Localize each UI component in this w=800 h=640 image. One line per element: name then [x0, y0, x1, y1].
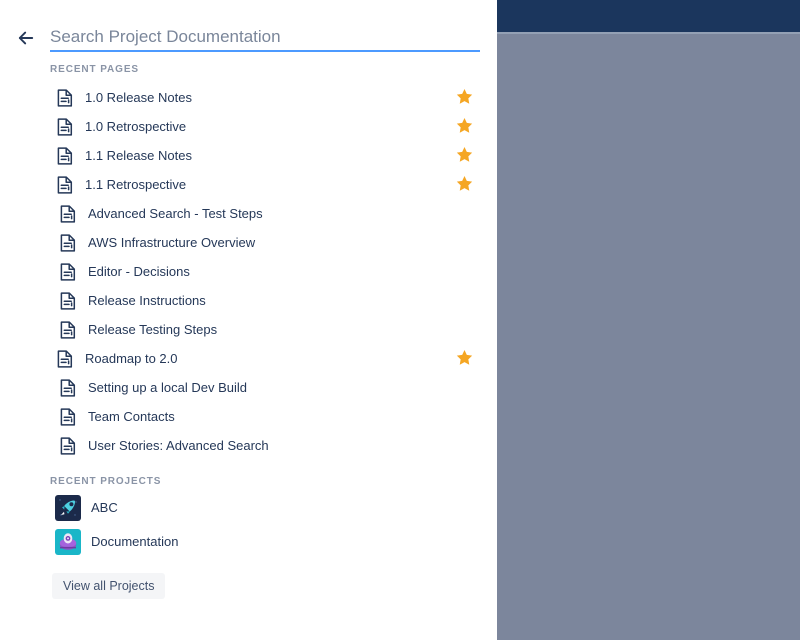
star-icon[interactable]: [456, 175, 473, 192]
screen: ▾ Create Search RECENT PAGES 1.0 Release…: [0, 0, 800, 640]
recent-page-title: Advanced Search - Test Steps: [88, 206, 263, 221]
page-icon: [57, 89, 73, 107]
arrow-left-icon: [18, 31, 34, 45]
search-bar-row: [0, 0, 497, 52]
page-icon: [60, 321, 76, 339]
page-icon: [57, 118, 73, 136]
recent-page-row[interactable]: 1.0 Retrospective: [0, 112, 497, 141]
recent-page-title: Release Testing Steps: [88, 322, 218, 337]
recent-project-title: Documentation: [91, 534, 179, 549]
recent-page-row[interactable]: 1.1 Release Notes: [0, 141, 497, 170]
app-content-overlay: [497, 0, 800, 640]
recent-page-row[interactable]: Team Contacts: [0, 402, 497, 431]
page-icon: [57, 147, 73, 165]
recent-page-title: Editor - Decisions: [88, 264, 190, 279]
page-icon: [60, 379, 76, 397]
search-drawer: RECENT PAGES 1.0 Release Notes 1.0 Retros…: [0, 0, 497, 640]
star-icon[interactable]: [456, 349, 473, 366]
page-icon: [57, 350, 73, 368]
back-button[interactable]: [12, 24, 40, 52]
star-icon[interactable]: [456, 117, 473, 134]
recent-page-title: Roadmap to 2.0: [85, 351, 178, 366]
page-icon: [60, 234, 76, 252]
page-icon: [60, 292, 76, 310]
recent-projects-label: RECENT PROJECTS: [50, 476, 162, 487]
search-input[interactable]: [50, 24, 480, 50]
recent-project-title: ABC: [91, 500, 118, 515]
recent-page-row[interactable]: Advanced Search - Test Steps: [0, 199, 497, 228]
page-icon: [60, 408, 76, 426]
recent-page-title: Team Contacts: [88, 409, 175, 424]
recent-page-title: User Stories: Advanced Search: [88, 438, 269, 453]
star-icon[interactable]: [456, 175, 473, 192]
recent-page-row[interactable]: Roadmap to 2.0: [0, 344, 497, 373]
recent-page-row[interactable]: Release Testing Steps: [0, 315, 497, 344]
page-icon: [60, 321, 76, 339]
recent-page-row[interactable]: User Stories: Advanced Search: [0, 431, 497, 460]
page-icon: [60, 205, 76, 223]
recent-page-row[interactable]: Editor - Decisions: [0, 257, 497, 286]
view-all-projects-button[interactable]: View all Projects: [52, 573, 166, 599]
page-icon: [57, 350, 73, 368]
recent-project-row[interactable]: Documentation: [0, 527, 497, 561]
recent-pages-list: 1.0 Release Notes 1.0 Retrospective 1.1 Re…: [0, 83, 497, 460]
page-icon: [60, 437, 76, 455]
page-icon: [60, 292, 76, 310]
page-icon: [57, 118, 73, 136]
recent-page-row[interactable]: Setting up a local Dev Build: [0, 373, 497, 402]
recent-page-title: 1.1 Release Notes: [85, 148, 192, 163]
search-field-wrapper: [50, 24, 480, 52]
page-icon: [57, 147, 73, 165]
recent-pages-label: RECENT PAGES: [50, 64, 139, 75]
star-icon[interactable]: [456, 349, 473, 366]
recent-projects-list: ABC Documentation: [0, 493, 497, 561]
rocket-avatar-icon: [55, 495, 81, 521]
recent-page-row[interactable]: AWS Infrastructure Overview: [0, 228, 497, 257]
star-icon[interactable]: [456, 146, 473, 163]
page-icon: [57, 176, 73, 194]
lamp-avatar-icon: [55, 529, 81, 555]
app-header-bar: ▾ Create Search: [497, 0, 800, 32]
header-divider: [497, 32, 800, 34]
page-icon: [60, 408, 76, 426]
page-icon: [60, 379, 76, 397]
page-icon: [60, 263, 76, 281]
recent-page-title: Setting up a local Dev Build: [88, 380, 247, 395]
star-icon[interactable]: [456, 117, 473, 134]
star-icon[interactable]: [456, 88, 473, 105]
rocket-avatar-icon: [55, 495, 81, 521]
lamp-avatar-icon: [55, 529, 81, 555]
recent-page-row[interactable]: 1.0 Release Notes: [0, 83, 497, 112]
page-icon: [60, 437, 76, 455]
recent-page-title: 1.0 Release Notes: [85, 90, 192, 105]
recent-page-title: Release Instructions: [88, 293, 206, 308]
recent-page-row[interactable]: 1.1 Retrospective: [0, 170, 497, 199]
recent-page-title: 1.1 Retrospective: [85, 177, 187, 192]
recent-page-row[interactable]: Release Instructions: [0, 286, 497, 315]
page-icon: [57, 89, 73, 107]
recent-page-title: 1.0 Retrospective: [85, 119, 187, 134]
recent-project-row[interactable]: ABC: [0, 493, 497, 527]
star-icon[interactable]: [456, 146, 473, 163]
page-icon: [57, 176, 73, 194]
page-icon: [60, 205, 76, 223]
page-icon: [60, 263, 76, 281]
star-icon[interactable]: [456, 88, 473, 105]
recent-page-title: AWS Infrastructure Overview: [88, 235, 256, 250]
page-icon: [60, 234, 76, 252]
